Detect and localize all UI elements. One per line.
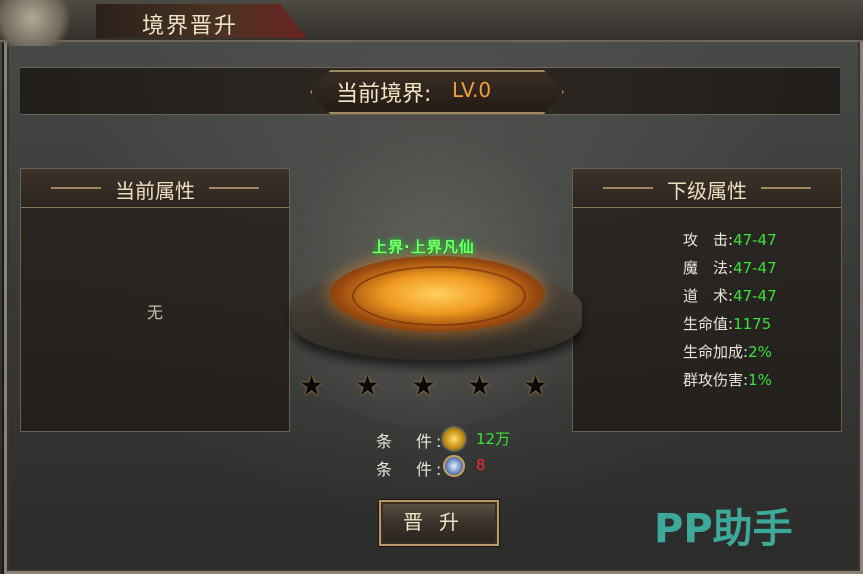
- star-icon: ★: [355, 369, 381, 402]
- attribute-row: 生命值:1175: [683, 313, 771, 334]
- rune-ring-icon: [352, 266, 526, 326]
- attribute-name: 生命加成:: [683, 343, 749, 361]
- current-attributes-panel: 当前属性 无: [20, 168, 290, 432]
- attribute-row: 攻 击:47-47: [683, 229, 777, 250]
- promote-button[interactable]: 晋升: [379, 500, 499, 546]
- condition-label: 条 件:: [376, 460, 446, 479]
- attribute-name: 道 术:: [683, 287, 734, 305]
- empty-attributes-text: 无: [146, 303, 163, 322]
- gold-coin-icon: [443, 428, 465, 450]
- flourish-right-icon: [209, 187, 259, 189]
- attribute-value: 1%: [748, 371, 772, 389]
- condition-label: 条 件:: [376, 432, 446, 451]
- cloud-ornament-icon: [0, 0, 80, 46]
- star-icon: ★: [411, 369, 437, 402]
- jade-medal-icon: [443, 455, 465, 477]
- game-window: 境界晋升 当前境界: LV.0 当前属性 无 下级属性 攻 击:47-47 魔 …: [0, 0, 863, 574]
- attribute-value: 1175: [733, 315, 772, 333]
- panel-header: 下级属性: [573, 169, 841, 208]
- star-icon: ★: [467, 369, 493, 402]
- condition-value: 8: [476, 456, 486, 474]
- attribute-name: 魔 法:: [683, 259, 734, 277]
- attribute-name: 攻 击:: [683, 231, 734, 249]
- attribute-value: 47-47: [733, 231, 777, 249]
- attribute-row: 道 术:47-47: [683, 285, 777, 306]
- realm-title-art: 上界·上界凡仙: [372, 238, 475, 256]
- window-title: 境界晋升: [142, 14, 239, 39]
- attribute-row: 生命加成:2%: [683, 341, 772, 362]
- star-icon: ★: [523, 369, 549, 402]
- star-icon: ★: [299, 369, 325, 402]
- attribute-row: 魔 法:47-47: [683, 257, 777, 278]
- attribute-name: 群攻伤害:: [683, 371, 749, 389]
- watermark-logo: PP助手: [654, 506, 793, 552]
- attribute-value: 47-47: [733, 259, 777, 277]
- flourish-right-icon: [761, 187, 811, 189]
- next-attributes-panel: 下级属性 攻 击:47-47 魔 法:47-47 道 术:47-47 生命值:1…: [572, 168, 842, 432]
- attribute-value: 2%: [748, 343, 772, 361]
- attribute-value: 47-47: [733, 287, 777, 305]
- realm-level-value: LV.0: [452, 78, 492, 102]
- panel-header: 当前属性: [21, 169, 289, 208]
- realm-label: 当前境界:: [336, 82, 432, 107]
- current-attributes-title: 当前属性: [115, 179, 195, 203]
- next-attributes-title: 下级属性: [667, 179, 747, 203]
- attribute-row: 群攻伤害:1%: [683, 369, 772, 390]
- attribute-name: 生命值:: [683, 315, 734, 333]
- condition-value: 12万: [476, 430, 511, 448]
